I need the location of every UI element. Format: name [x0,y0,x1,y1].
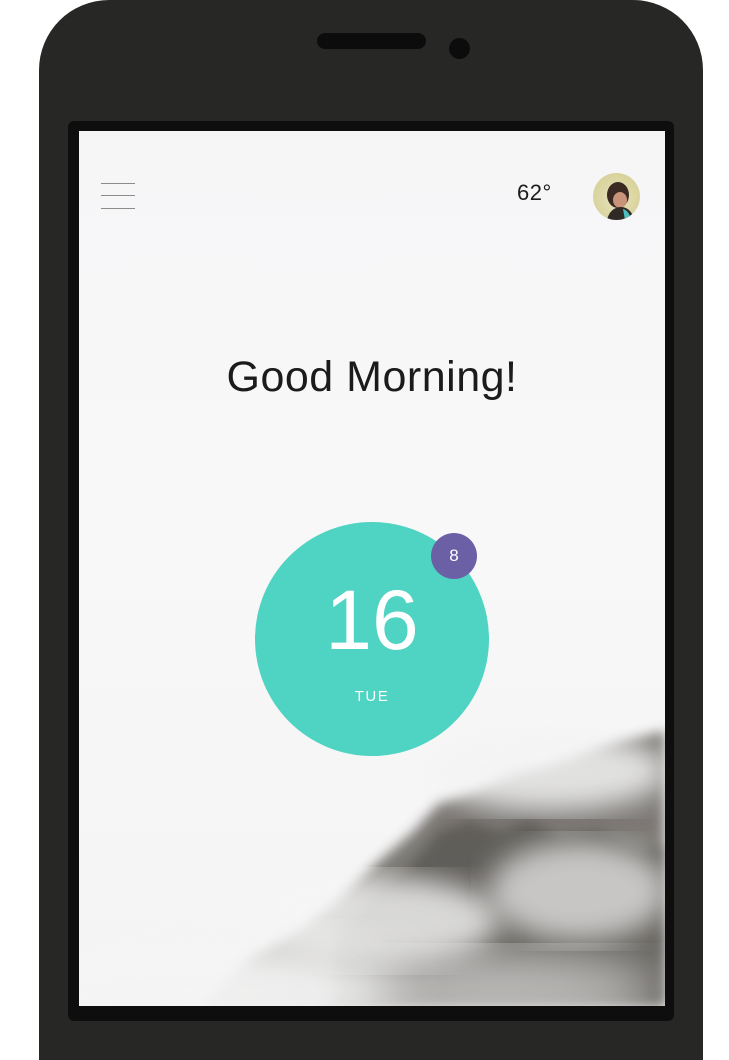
phone-speaker [317,33,426,49]
avatar-image [607,182,634,220]
date-day-number: 16 [325,573,419,667]
menu-line [101,183,135,184]
menu-line [101,208,135,209]
date-weekday: TUE [354,688,390,705]
phone-camera [449,38,470,59]
notification-badge[interactable]: 8 [431,533,477,579]
hamburger-menu-icon[interactable] [101,181,135,211]
greeting-heading: Good Morning! [226,353,518,401]
avatar[interactable] [593,173,640,220]
app-screen: 62° Good Morning! 16 TUE 8 [79,131,665,1006]
temperature-readout: 62° [517,180,552,205]
menu-line [101,195,135,196]
